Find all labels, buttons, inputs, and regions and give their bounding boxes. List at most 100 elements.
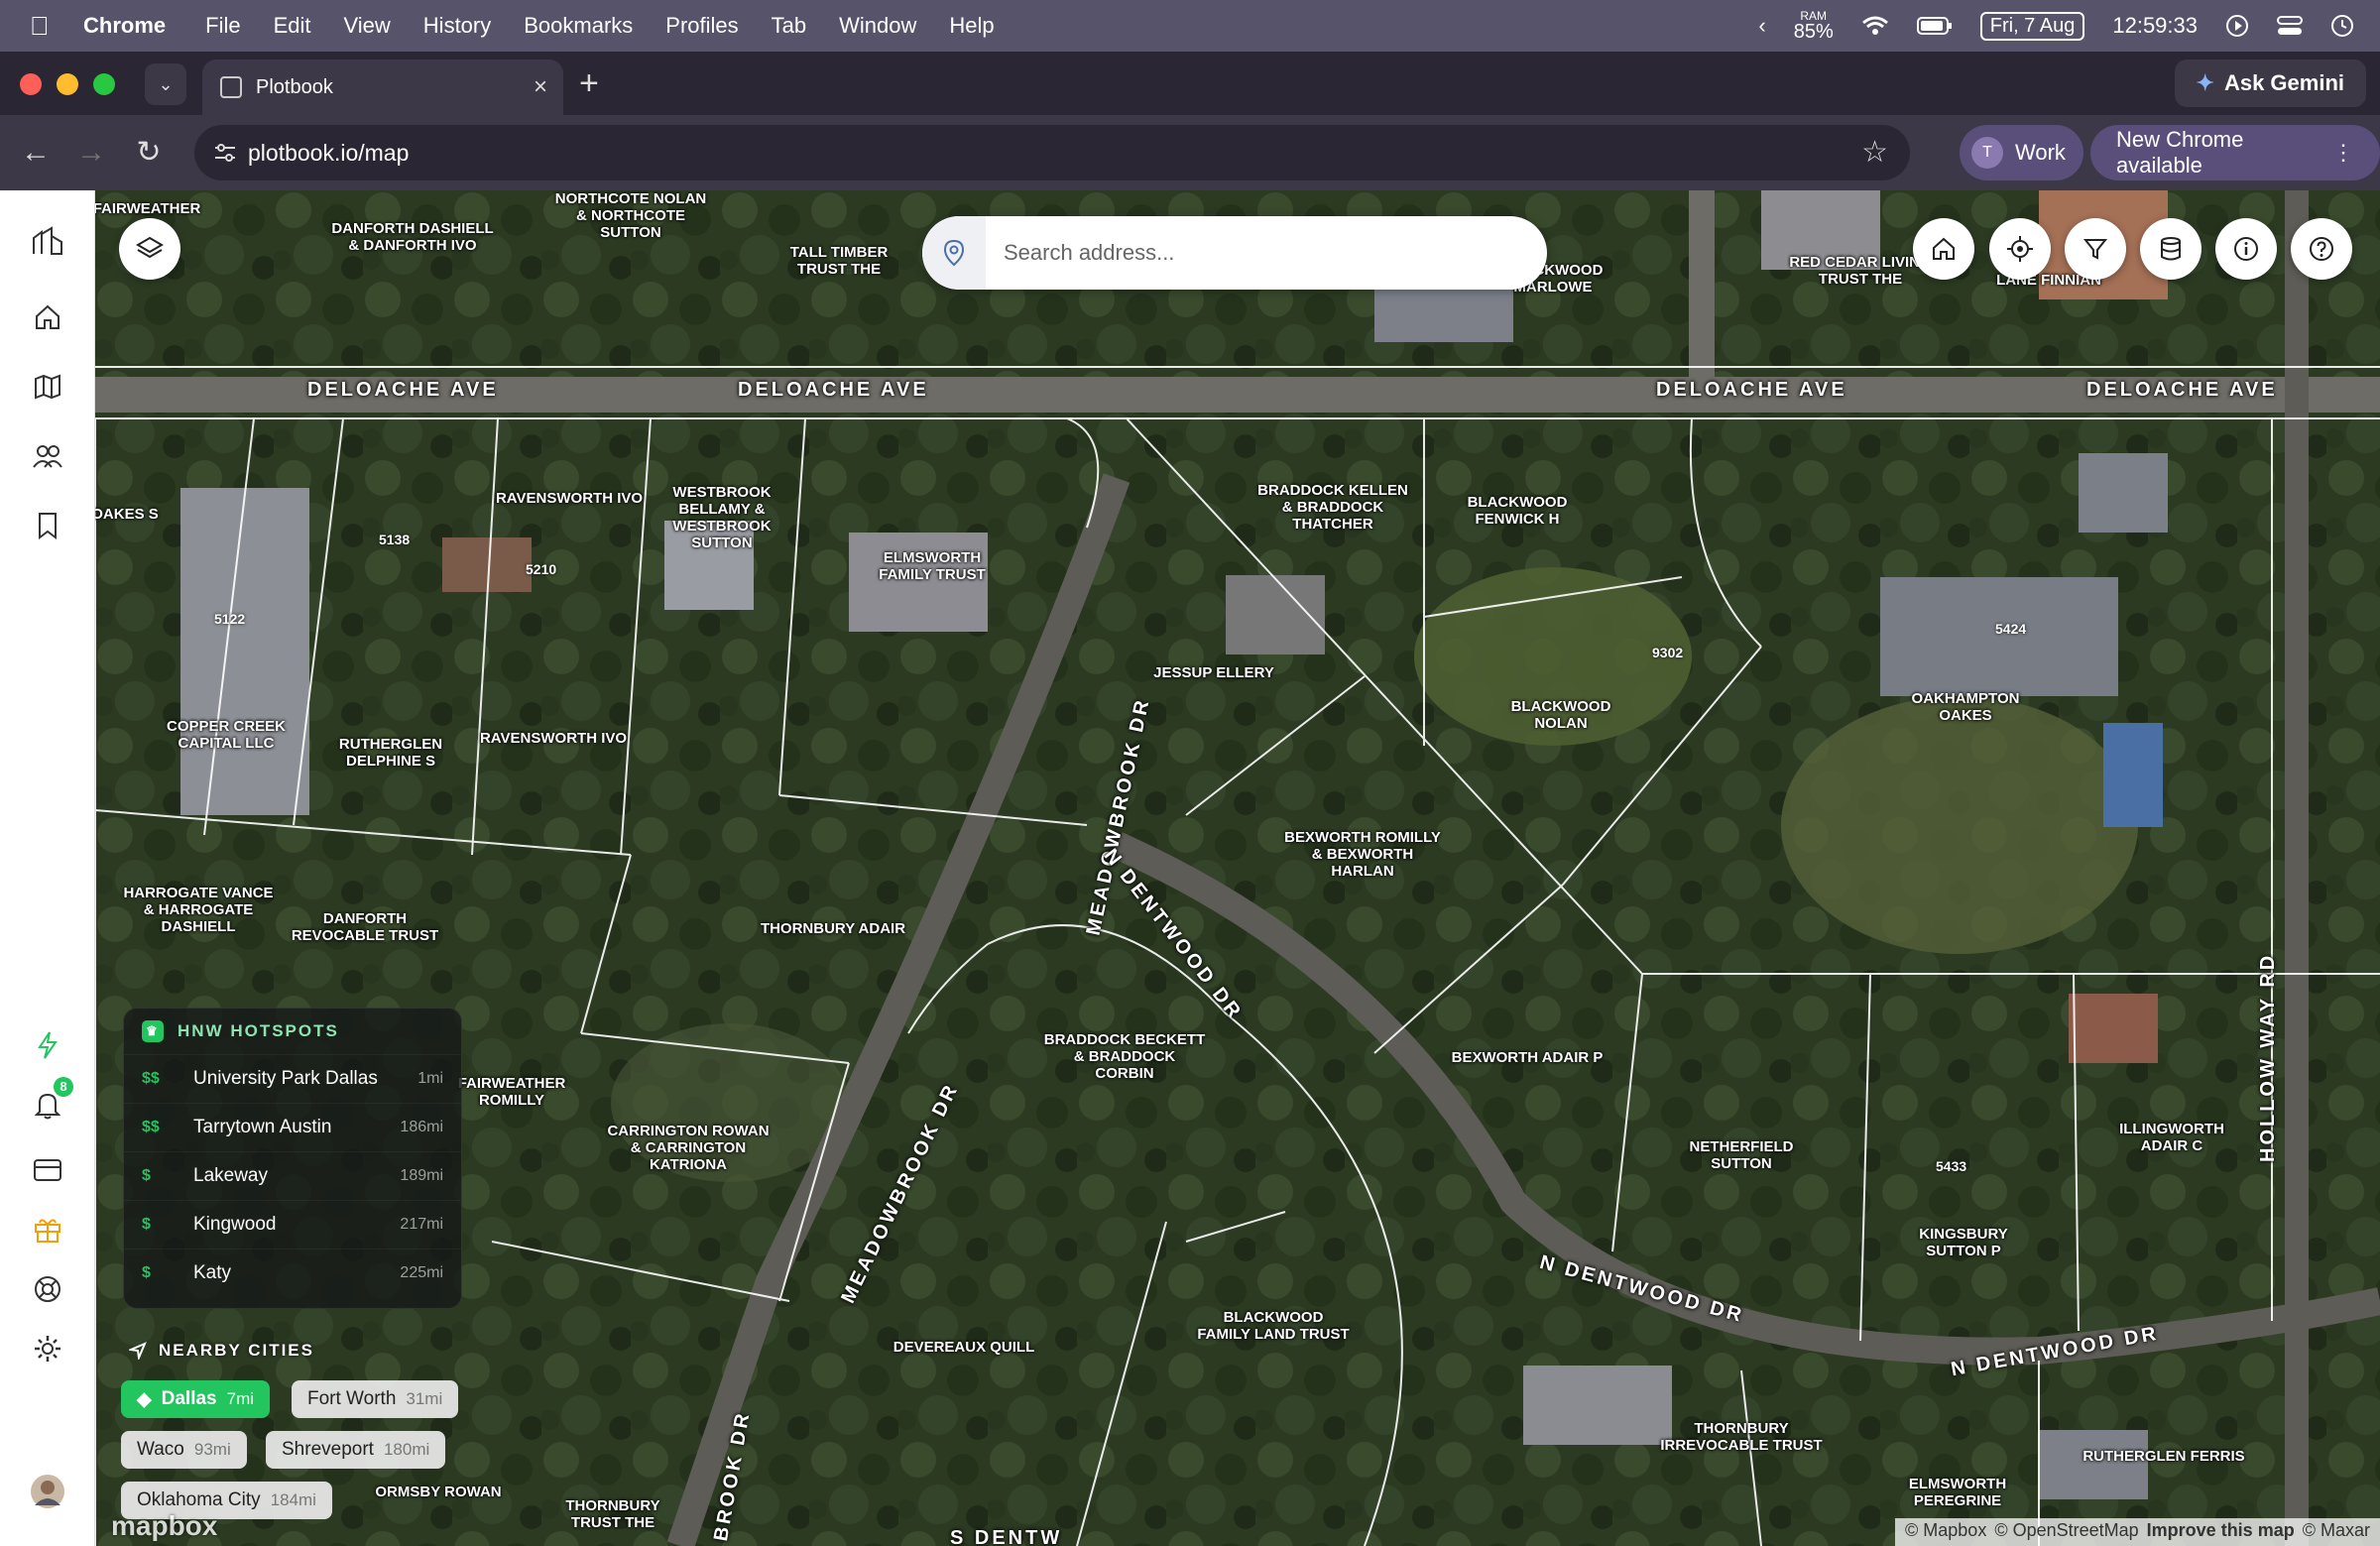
parcel-label[interactable]: COPPER CREEK CAPITAL LLC <box>167 718 286 752</box>
apple-icon[interactable]:  <box>30 11 63 42</box>
parcel-label[interactable]: BLACKWOOD NOLAN <box>1511 698 1611 732</box>
parcel-label[interactable]: BLACKWOOD FAMILY LAND TRUST <box>1197 1309 1349 1343</box>
bookmark-star-icon[interactable]: ☆ <box>1861 135 1888 170</box>
siri-icon[interactable] <box>2330 14 2354 38</box>
attribution-osm[interactable]: © OpenStreetMap <box>1994 1520 2138 1544</box>
close-tab-icon[interactable]: × <box>534 73 547 101</box>
parcel-label[interactable]: RAVENSWORTH IVO <box>496 490 643 507</box>
parcel-label[interactable]: ELMSWORTH PEREGRINE <box>1909 1476 2006 1509</box>
parcel-label[interactable]: CARRINGTON ROWAN & CARRINGTON KATRIONA <box>607 1123 769 1173</box>
locate-me-button[interactable] <box>1989 218 2051 280</box>
parcel-label[interactable]: TALL TIMBER TRUST THE <box>790 244 889 278</box>
city-chip-waco[interactable]: Waco 93mi <box>121 1431 247 1469</box>
info-button[interactable] <box>2215 218 2277 280</box>
parcel-label[interactable]: RAVENSWORTH IVO <box>480 730 627 747</box>
hotspot-row[interactable]: $ Kingwood 217mi <box>124 1200 461 1249</box>
chrome-update-button[interactable]: New Chrome available ⋮ <box>2090 125 2380 180</box>
attribution-mapbox[interactable]: © Mapbox <box>1905 1520 1986 1544</box>
hotspot-row[interactable]: $$ Tarrytown Austin 186mi <box>124 1103 461 1151</box>
hotspot-row[interactable]: $ Lakeway 189mi <box>124 1151 461 1200</box>
lightning-icon[interactable] <box>26 1023 69 1067</box>
home-view-button[interactable] <box>1913 218 1974 280</box>
user-avatar[interactable] <box>26 1470 69 1513</box>
data-layers-button[interactable] <box>2140 218 2202 280</box>
people-icon[interactable] <box>26 434 69 478</box>
parcel-label[interactable]: HARROGATE VANCE & HARROGATE DASHIELL <box>123 885 273 935</box>
parcel-label[interactable]: BRADDOCK KELLEN & BRADDOCK THATCHER <box>1257 482 1408 533</box>
forward-arrow-icon[interactable]: → <box>71 133 111 173</box>
parcel-label[interactable]: BRADDOCK BECKETT & BRADDOCK CORBIN <box>1044 1031 1206 1082</box>
ram-indicator[interactable]: RAM 85% <box>1794 10 1834 42</box>
ask-gemini-button[interactable]: ✦ Ask Gemini <box>2174 59 2366 107</box>
city-chip-shreveport[interactable]: Shreveport 180mi <box>266 1431 446 1469</box>
billing-card-icon[interactable] <box>26 1148 69 1192</box>
profile-button[interactable]: T Work <box>1960 125 2083 180</box>
parcel-label[interactable]: NORTHCOTE NOLAN & NORTHCOTE SUTTON <box>555 190 707 241</box>
play-circle-icon[interactable] <box>2225 14 2249 38</box>
window-maximize-button[interactable] <box>93 73 115 95</box>
parcel-label[interactable]: THORNBURY TRUST THE <box>565 1497 659 1531</box>
parcel-label[interactable]: NETHERFIELD SUTTON <box>1690 1138 1794 1172</box>
parcel-label[interactable]: JESSUP ELLERY <box>1153 664 1274 681</box>
parcel-label[interactable]: FAIRWEATHER ROMILLY <box>458 1075 566 1109</box>
parcel-label[interactable]: FAIRWEATHER <box>95 200 200 217</box>
parcel-label[interactable]: RUTHERGLEN FERRIS <box>2082 1448 2244 1465</box>
parcel-label[interactable]: DEVEREAUX QUILL <box>893 1339 1035 1356</box>
parcel-label[interactable]: DANFORTH REVOCABLE TRUST <box>292 910 438 944</box>
support-lifebuoy-icon[interactable] <box>26 1267 69 1311</box>
menu-bookmarks[interactable]: Bookmarks <box>524 13 633 39</box>
address-bar[interactable]: plotbook.io/map ☆ <box>194 125 1910 180</box>
parcel-label[interactable]: ELMSWORTH FAMILY TRUST <box>879 549 986 583</box>
address-search-bar[interactable] <box>922 216 1547 290</box>
parcel-label[interactable]: WESTBROOK BELLAMY & WESTBROOK SUTTON <box>672 484 771 551</box>
browser-tab-plotbook[interactable]: Plotbook × <box>202 59 563 115</box>
map-canvas[interactable]: DELOACHE AVE DELOACHE AVE DELOACHE AVE D… <box>95 190 2380 1546</box>
bookmarks-icon[interactable] <box>26 504 69 547</box>
tab-search-button[interactable]: ⌄ <box>145 63 186 105</box>
parcel-label[interactable]: KINGSBURY SUTTON P <box>1919 1226 2007 1259</box>
menu-profiles[interactable]: Profiles <box>665 13 738 39</box>
window-close-button[interactable] <box>20 73 42 95</box>
site-settings-icon[interactable] <box>212 140 238 166</box>
reload-icon[interactable]: ↻ <box>129 133 169 173</box>
parcel-label[interactable]: RUTHERGLEN DELPHINE S <box>339 736 442 770</box>
menu-tab[interactable]: Tab <box>772 13 806 39</box>
gift-icon[interactable] <box>26 1208 69 1251</box>
kebab-menu-icon[interactable]: ⋮ <box>2332 140 2354 166</box>
menu-file[interactable]: File <box>205 13 240 39</box>
parcel-label[interactable]: RED CEDAR LIVING TRUST THE <box>1789 254 1931 288</box>
layers-button[interactable] <box>119 218 180 280</box>
hotspot-row[interactable]: $ Katy 225mi <box>124 1249 461 1297</box>
back-arrow-icon[interactable]: ← <box>16 133 56 173</box>
parcel-label[interactable]: THORNBURY ADAIR <box>761 920 905 937</box>
parcel-label[interactable]: THORNBURY IRREVOCABLE TRUST <box>1660 1420 1822 1454</box>
battery-icon[interactable] <box>1916 16 1953 36</box>
time-display[interactable]: 12:59:33 <box>2112 13 2198 39</box>
menu-history[interactable]: History <box>423 13 491 39</box>
parcel-label[interactable]: OAKES S <box>95 506 159 523</box>
wifi-icon[interactable] <box>1861 15 1889 37</box>
address-search-input[interactable] <box>1004 240 1519 266</box>
parcel-label[interactable]: BLACKWOOD FENWICK H <box>1468 494 1568 528</box>
parcel-label[interactable]: DANFORTH DASHIELL & DANFORTH IVO <box>331 220 493 254</box>
plotbook-logo-icon[interactable] <box>26 220 69 264</box>
city-chip-fort-worth[interactable]: Fort Worth 31mi <box>292 1380 459 1418</box>
help-button[interactable] <box>2291 218 2352 280</box>
window-minimize-button[interactable] <box>57 73 78 95</box>
menu-view[interactable]: View <box>344 13 391 39</box>
menu-app-name[interactable]: Chrome <box>83 13 166 39</box>
chevron-left-icon[interactable]: ‹ <box>1758 13 1765 39</box>
new-tab-button[interactable]: + <box>579 63 599 103</box>
hotspot-row[interactable]: $$ University Park Dallas 1mi <box>124 1054 461 1103</box>
improve-map-link[interactable]: Improve this map <box>2147 1520 2295 1544</box>
menu-edit[interactable]: Edit <box>274 13 311 39</box>
date-display[interactable]: Fri, 7 Aug <box>1979 11 2085 41</box>
mapbox-logo[interactable]: mapbox <box>111 1510 217 1542</box>
settings-gear-icon[interactable] <box>26 1327 69 1370</box>
parcel-label[interactable]: ILLINGWORTH ADAIR C <box>2119 1121 2224 1154</box>
attribution-maxar[interactable]: © Maxar <box>2303 1520 2370 1544</box>
control-center-icon[interactable] <box>2277 14 2303 38</box>
menu-help[interactable]: Help <box>949 13 994 39</box>
parcel-label[interactable]: BEXWORTH ADAIR P <box>1452 1049 1604 1066</box>
home-icon[interactable] <box>26 296 69 339</box>
